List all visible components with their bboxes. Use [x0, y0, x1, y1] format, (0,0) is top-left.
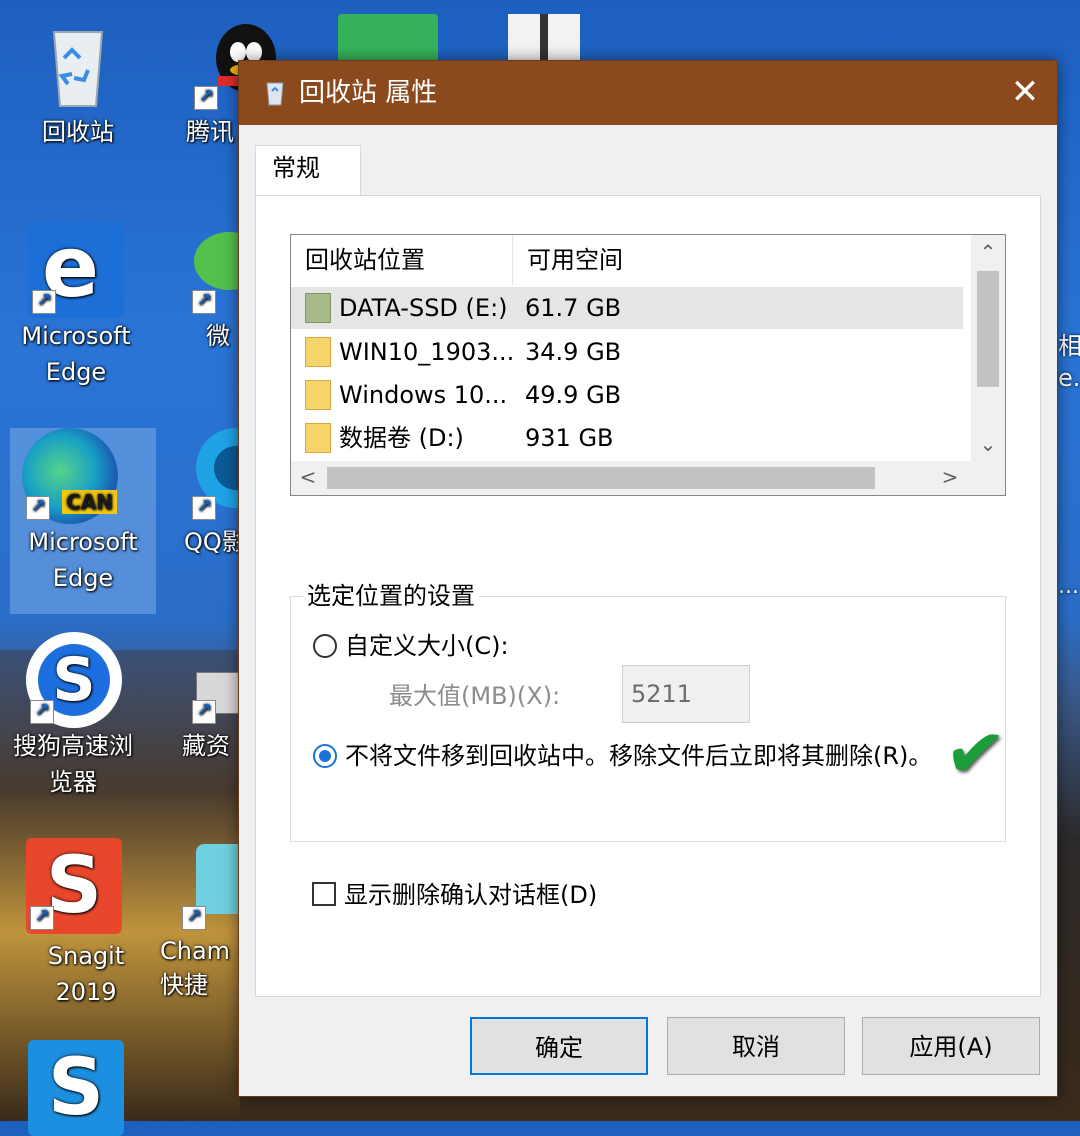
shortcut-arrow-icon: ↗ [26, 496, 50, 520]
edge-chromium-icon: CAN ↗ [22, 428, 118, 524]
list-item[interactable]: WIN10_1903... 34.9 GB [291, 331, 963, 373]
shortcut-arrow-icon: ↗ [182, 906, 206, 930]
desktop-icon-snagit[interactable]: S ↗ Snagit 2019 [16, 838, 156, 1010]
shortcut-arrow-icon: ↗ [192, 496, 216, 520]
shortcut-arrow-icon: ↗ [32, 290, 56, 314]
drive-free-space: 34.9 GB [525, 338, 622, 366]
snagit-editor-icon: S [28, 1040, 124, 1136]
drive-free-space: 61.7 GB [525, 294, 622, 322]
list-item[interactable]: 数据卷 (D:) 931 GB [291, 417, 963, 459]
list-item[interactable]: Windows 10... 49.9 GB [291, 374, 963, 416]
desktop-icon-edge[interactable]: e ↗ Microsoft Edge [16, 222, 136, 390]
desktop-icon-sogou[interactable]: S ↗ 搜狗高速浏览器 [13, 632, 134, 800]
tab-general[interactable]: 常规 [255, 145, 361, 197]
drive-name: WIN10_1903... [339, 338, 515, 366]
green-checkmark-icon: ✔ [940, 708, 1010, 798]
partial-app-icon [338, 14, 438, 60]
title-bar[interactable]: 回收站 属性 ✕ [239, 61, 1057, 125]
apply-button[interactable]: 应用(A) [862, 1017, 1040, 1075]
max-size-input[interactable] [622, 665, 750, 723]
recycle-bin-icon [261, 79, 289, 107]
scroll-right-icon[interactable]: > [933, 461, 967, 495]
folder-icon [305, 380, 331, 410]
custom-size-radio[interactable] [313, 634, 337, 658]
folder-icon [305, 337, 331, 367]
drive-name: Windows 10... [339, 381, 508, 409]
drive-name: DATA-SSD (E:) [339, 294, 508, 322]
group-title: 选定位置的设置 [303, 579, 479, 613]
scroll-down-icon[interactable]: ⌄ [971, 427, 1005, 461]
horizontal-scrollbar[interactable]: < > [291, 461, 1005, 495]
partial-icon-label: ... [1058, 574, 1079, 599]
confirm-delete-label: 显示删除确认对话框(D) [344, 881, 598, 909]
scrollbar-corner [971, 461, 1005, 495]
folder-icon [305, 423, 331, 453]
desktop-icon-recycle-bin[interactable]: 回收站 [18, 18, 138, 150]
desktop-icon-snagit-2[interactable]: S [16, 1040, 136, 1136]
ok-button[interactable]: 确定 [470, 1017, 648, 1075]
scroll-up-icon[interactable]: ⌃ [971, 235, 1005, 269]
scroll-left-icon[interactable]: < [291, 461, 325, 495]
dialog-title: 回收站 属性 [299, 78, 438, 108]
drive-free-space: 931 GB [525, 424, 614, 452]
vertical-scrollbar[interactable]: ⌃ ⌄ [971, 235, 1005, 461]
confirm-delete-checkbox[interactable] [312, 882, 336, 906]
close-button[interactable]: ✕ [993, 61, 1057, 125]
column-header-free-space[interactable]: 可用空间 [513, 235, 713, 285]
max-size-label: 最大值(MB)(X): [389, 682, 561, 710]
desktop-icon-label: Microsoft Edge [21, 322, 131, 386]
shortcut-arrow-icon: ↗ [30, 700, 54, 724]
no-recycle-label: 不将文件移到回收站中。移除文件后立即将其删除(R)。 [345, 742, 933, 770]
shortcut-arrow-icon: ↗ [194, 86, 218, 110]
list-header: 回收站位置 可用空间 [291, 235, 971, 285]
shortcut-arrow-icon: ↗ [192, 290, 216, 314]
drive-name: 数据卷 (D:) [339, 424, 464, 452]
column-header-location[interactable]: 回收站位置 [291, 235, 513, 285]
partial-icon-label: 相 e... [1058, 332, 1080, 392]
desktop-icon-label: Snagit 2019 [47, 942, 125, 1006]
snagit-icon: S ↗ [26, 838, 122, 934]
desktop-icon-label: 搜狗高速浏览器 [13, 732, 133, 796]
edge-badge: CAN [62, 490, 117, 514]
selected-location-settings: 选定位置的设置 自定义大小(C): 最大值(MB)(X): 不将文件移到回收站中… [290, 579, 1010, 842]
cancel-button[interactable]: 取消 [667, 1017, 845, 1075]
tab-panel-general: 回收站位置 可用空间 DATA-SSD (E:) 61.7 GB WIN10_1… [255, 195, 1041, 997]
desktop-icon-label: 回收站 [42, 118, 114, 146]
desktop-icon-edge-chromium[interactable]: CAN ↗ Microsoft Edge [10, 428, 156, 614]
partial-archive-icon [508, 14, 580, 60]
drive-free-space: 49.9 GB [525, 381, 622, 409]
list-item[interactable]: DATA-SSD (E:) 61.7 GB [291, 287, 963, 329]
scroll-thumb[interactable] [327, 467, 875, 489]
location-list[interactable]: 回收站位置 可用空间 DATA-SSD (E:) 61.7 GB WIN10_1… [290, 234, 1006, 496]
drive-icon [305, 293, 331, 323]
shortcut-arrow-icon: ↗ [192, 700, 216, 724]
no-recycle-radio[interactable] [313, 744, 337, 768]
scroll-thumb[interactable] [977, 271, 999, 387]
sogou-browser-icon: S ↗ [26, 632, 122, 728]
recycle-bin-properties-dialog: 回收站 属性 ✕ 常规 回收站位置 可用空间 DATA-SSD (E:) 61.… [238, 60, 1058, 1097]
custom-size-label: 自定义大小(C): [345, 632, 509, 660]
desktop-icon-label: Microsoft Edge [28, 528, 138, 592]
desktop-icon-label: Cham - 快捷 [160, 937, 247, 999]
shortcut-arrow-icon: ↗ [30, 906, 54, 930]
edge-legacy-icon: e ↗ [28, 222, 124, 318]
recycle-bin-icon [30, 18, 126, 114]
